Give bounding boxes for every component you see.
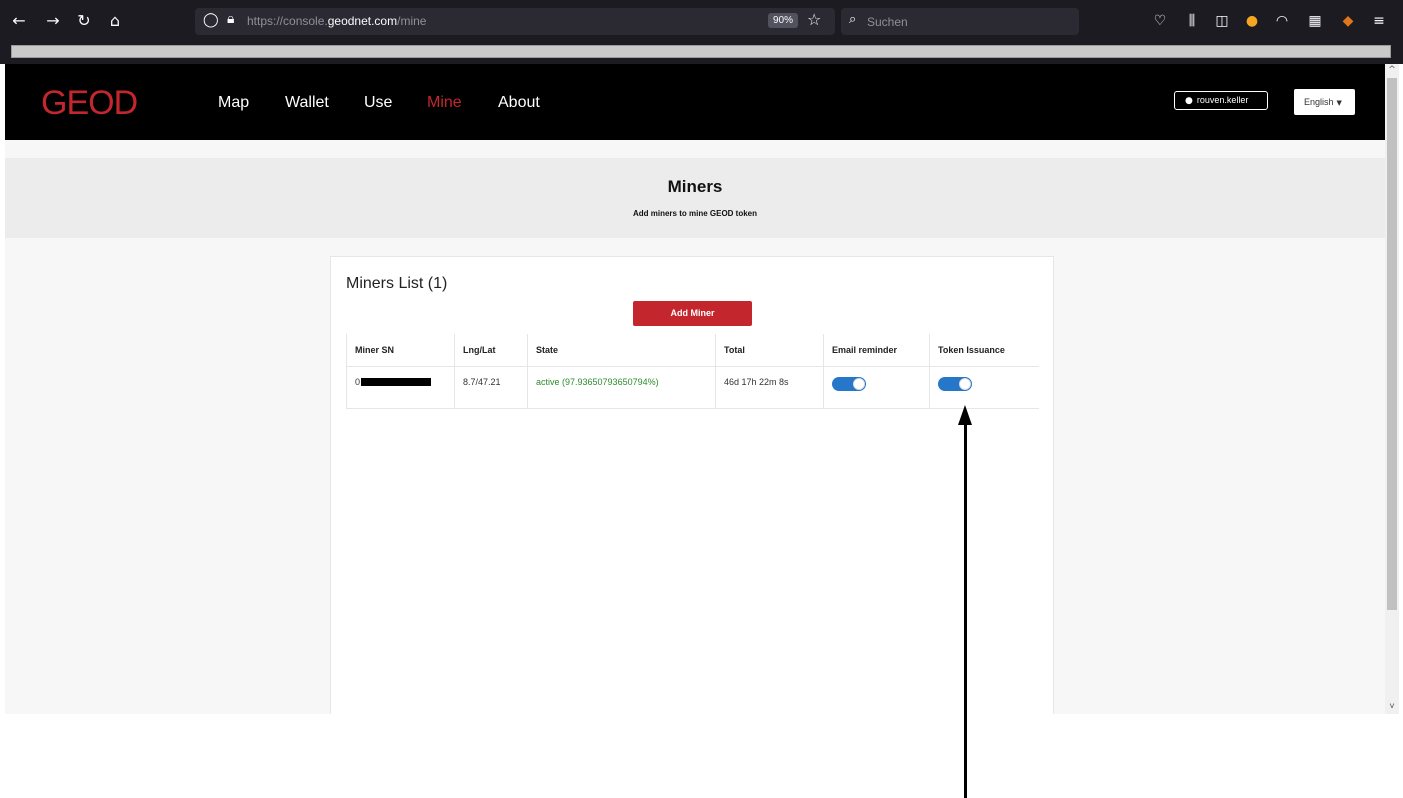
miners-list-card: Miners List (1) Add Miner Miner SN Lng/L… [330, 256, 1054, 714]
search-icon: ⌕ [849, 12, 857, 27]
nav-wallet[interactable]: Wallet [285, 94, 329, 112]
language-label: English [1304, 97, 1334, 107]
column-header-email-reminder: Email reminder [823, 334, 930, 367]
nav-about[interactable]: About [498, 94, 540, 112]
scrollbar-thumb[interactable] [1387, 78, 1397, 610]
toggle-knob [959, 377, 971, 390]
reader-icon[interactable]: ◫ [1212, 11, 1232, 31]
cell-miner-sn[interactable]: 0 [346, 366, 455, 409]
nav-use[interactable]: Use [364, 94, 392, 112]
profile-icon[interactable]: ◠ [1272, 11, 1292, 31]
reload-icon[interactable]: ↻ [73, 10, 95, 32]
url-bar[interactable]: ◯ 🔒︎ https://console.geodnet.com/mine 90… [195, 8, 835, 35]
url-text[interactable]: https://console.geodnet.com/mine [247, 14, 426, 28]
page-scrollbar[interactable]: ^ v [1385, 64, 1399, 714]
cell-email-reminder [823, 366, 930, 409]
language-select[interactable]: English ▼ [1294, 89, 1355, 115]
add-miner-button[interactable]: Add Miner [633, 301, 752, 326]
column-header-lnglat: Lng/Lat [454, 334, 528, 367]
scroll-down-icon[interactable]: v [1387, 700, 1397, 712]
column-header-token-issuance: Token Issuance [929, 334, 1039, 367]
cell-state: active (97.93650793650794%) [527, 366, 716, 409]
back-icon[interactable]: ← [8, 10, 30, 32]
cell-token-issuance [929, 366, 1039, 409]
table-row: 0 8.7/47.21 active (97.93650793650794%) … [346, 366, 1039, 409]
browser-toolbar: ← → ↻ ⌂ ◯ 🔒︎ https://console.geodnet.com… [0, 0, 1403, 42]
email-reminder-toggle[interactable] [832, 376, 866, 391]
page-hero: Miners Add miners to mine GEOD token [5, 158, 1385, 238]
column-header-state: State [527, 334, 716, 367]
home-icon[interactable]: ⌂ [104, 10, 126, 32]
search-placeholder: Suchen [867, 15, 908, 29]
redaction-bar [361, 378, 432, 387]
site-logo[interactable]: GEOD [41, 84, 138, 123]
extension-icon[interactable]: ● [1242, 11, 1262, 31]
star-icon[interactable]: ☆ [807, 10, 821, 29]
miners-table: Miner SN Lng/Lat State Total Email remin… [346, 334, 1039, 409]
scroll-up-icon[interactable]: ^ [1387, 64, 1397, 76]
caret-down-icon: ▼ [1336, 99, 1342, 107]
search-bar[interactable]: ⌕ Suchen [841, 8, 1079, 35]
lock-icon[interactable]: 🔒︎ [227, 11, 234, 27]
table-header-row: Miner SN Lng/Lat State Total Email remin… [346, 334, 1039, 367]
browser-chrome: ← → ↻ ⌂ ◯ 🔒︎ https://console.geodnet.com… [0, 0, 1403, 64]
site-header: GEOD Map Wallet Use Mine About ● rouven.k… [5, 64, 1385, 140]
miners-list-title: Miners List (1) [346, 275, 448, 292]
pocket-icon[interactable]: ♡ [1150, 11, 1170, 31]
toggle-knob [853, 377, 865, 390]
metamask-icon[interactable]: ◆ [1338, 11, 1358, 31]
annotation-arrow-line [964, 422, 967, 798]
username: rouven.keller [1196, 95, 1249, 105]
extensions-badge-icon[interactable]: ▦ [1305, 11, 1325, 31]
zoom-indicator[interactable]: 90% [768, 13, 799, 28]
token-issuance-toggle[interactable] [938, 376, 972, 391]
column-header-miner-sn: Miner SN [346, 334, 455, 367]
bookmarks-bar [11, 45, 1391, 58]
cell-lnglat: 8.7/47.21 [454, 366, 528, 409]
column-header-total: Total [715, 334, 824, 367]
shield-icon[interactable]: ◯ [203, 12, 219, 28]
library-icon[interactable]: ⫼ [1182, 11, 1202, 31]
nav-mine[interactable]: Mine [427, 94, 462, 112]
menu-icon[interactable]: ≡ [1369, 11, 1389, 31]
user-icon: ● [1185, 96, 1193, 106]
page-subtitle: Add miners to mine GEOD token [632, 209, 757, 218]
nav-map[interactable]: Map [218, 94, 249, 112]
cell-total: 46d 17h 22m 8s [715, 366, 824, 409]
page-title: Miners [667, 177, 723, 196]
forward-icon[interactable]: → [42, 10, 64, 32]
page-content: Miners Add miners to mine GEOD token Min… [5, 140, 1385, 714]
user-account-button[interactable]: ● rouven.keller [1174, 91, 1268, 110]
